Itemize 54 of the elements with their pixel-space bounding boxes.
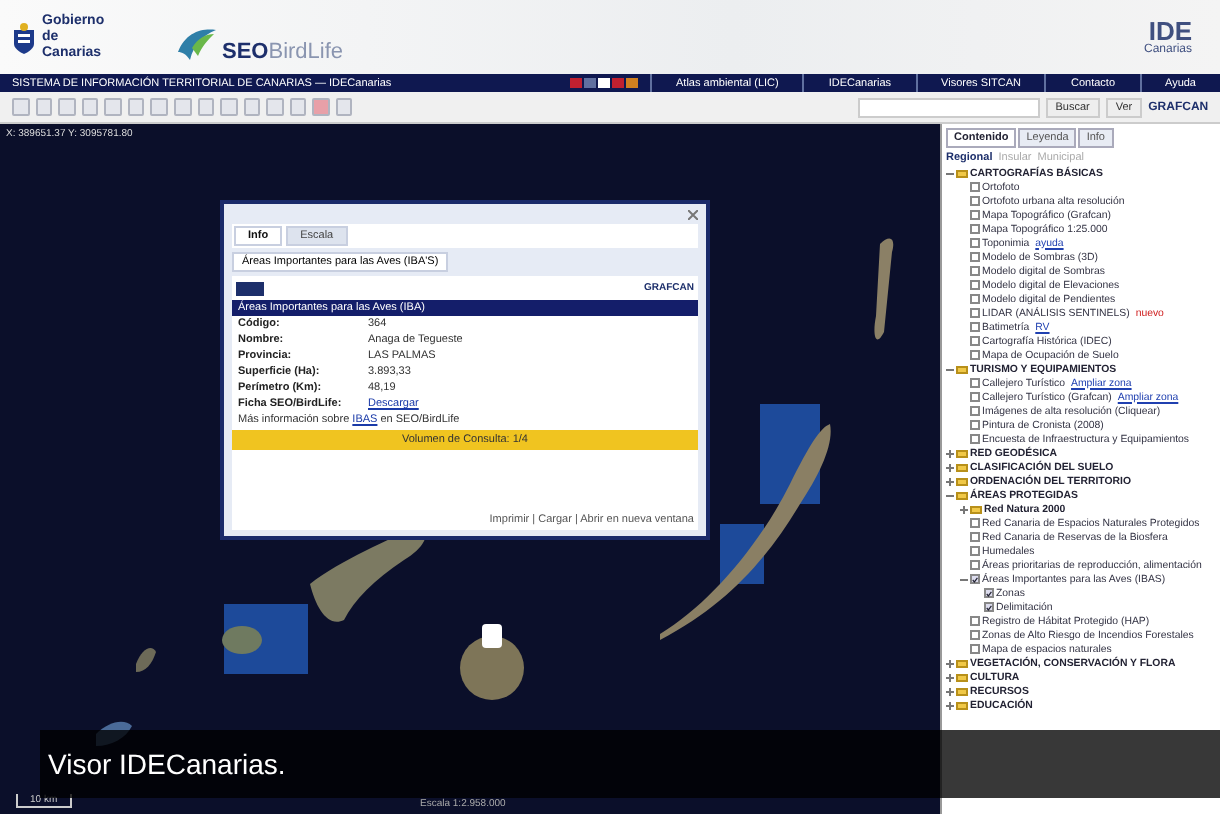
layer-checkbox[interactable]	[970, 322, 980, 332]
layer-checkbox[interactable]	[970, 350, 980, 360]
layer-checkbox[interactable]	[970, 616, 980, 626]
layer-checkbox[interactable]	[970, 644, 980, 654]
expand-toggle-icon[interactable]	[960, 505, 968, 513]
layer-checkbox[interactable]	[970, 574, 980, 584]
island-drawing	[460, 636, 524, 700]
layer-checkbox[interactable]	[970, 252, 980, 262]
island-drawing	[136, 648, 156, 672]
expand-toggle-icon[interactable]	[946, 365, 954, 373]
layer-checkbox[interactable]	[970, 546, 980, 556]
layer-checkbox[interactable]	[970, 392, 980, 402]
layer-checkbox[interactable]	[970, 280, 980, 290]
expand-toggle-icon[interactable]	[960, 575, 968, 583]
layer-checkbox[interactable]	[970, 238, 980, 248]
coat-of-arms-icon	[12, 21, 36, 53]
expand-toggle-icon[interactable]	[946, 687, 954, 695]
folder-icon	[956, 365, 968, 373]
layer-checkbox[interactable]	[970, 560, 980, 570]
expand-toggle-icon[interactable]	[946, 701, 954, 709]
ide-logo-text: IDE	[1148, 19, 1192, 43]
close-icon[interactable]	[688, 210, 698, 224]
layer-checkbox[interactable]	[970, 378, 980, 388]
island-drawing	[222, 626, 262, 654]
layer-checkbox[interactable]	[970, 196, 980, 206]
layer-checkbox[interactable]	[970, 294, 980, 304]
map-marker-icon[interactable]	[482, 624, 502, 648]
image-caption: Visor IDECanarias.	[40, 730, 1220, 798]
layer-checkbox[interactable]	[970, 420, 980, 430]
layer-checkbox[interactable]	[984, 602, 994, 612]
layer-checkbox[interactable]	[970, 532, 980, 542]
layer-checkbox[interactable]	[970, 336, 980, 346]
satellite-map[interactable]	[0, 124, 940, 814]
folder-icon	[956, 169, 968, 177]
island-drawing	[874, 238, 894, 340]
expand-toggle-icon[interactable]	[946, 659, 954, 667]
layer-checkbox[interactable]	[984, 588, 994, 598]
layer-checkbox[interactable]	[970, 434, 980, 444]
expand-toggle-icon[interactable]	[946, 491, 954, 499]
expand-toggle-icon[interactable]	[946, 673, 954, 681]
layer-checkbox[interactable]	[970, 308, 980, 318]
expand-toggle-icon[interactable]	[946, 477, 954, 485]
expand-toggle-icon[interactable]	[946, 449, 954, 457]
layer-checkbox[interactable]	[970, 266, 980, 276]
layer-checkbox[interactable]	[970, 224, 980, 234]
layer-checkbox[interactable]	[970, 518, 980, 528]
layer-checkbox[interactable]	[970, 630, 980, 640]
layer-checkbox[interactable]	[970, 406, 980, 416]
layer-checkbox[interactable]	[970, 182, 980, 192]
birdlife-logo-text: SEOBirdLife	[222, 39, 344, 63]
search-field[interactable]	[858, 97, 1040, 117]
expand-toggle-icon[interactable]	[946, 463, 954, 471]
expand-toggle-icon[interactable]	[946, 169, 954, 177]
layer-checkbox[interactable]	[970, 210, 980, 220]
